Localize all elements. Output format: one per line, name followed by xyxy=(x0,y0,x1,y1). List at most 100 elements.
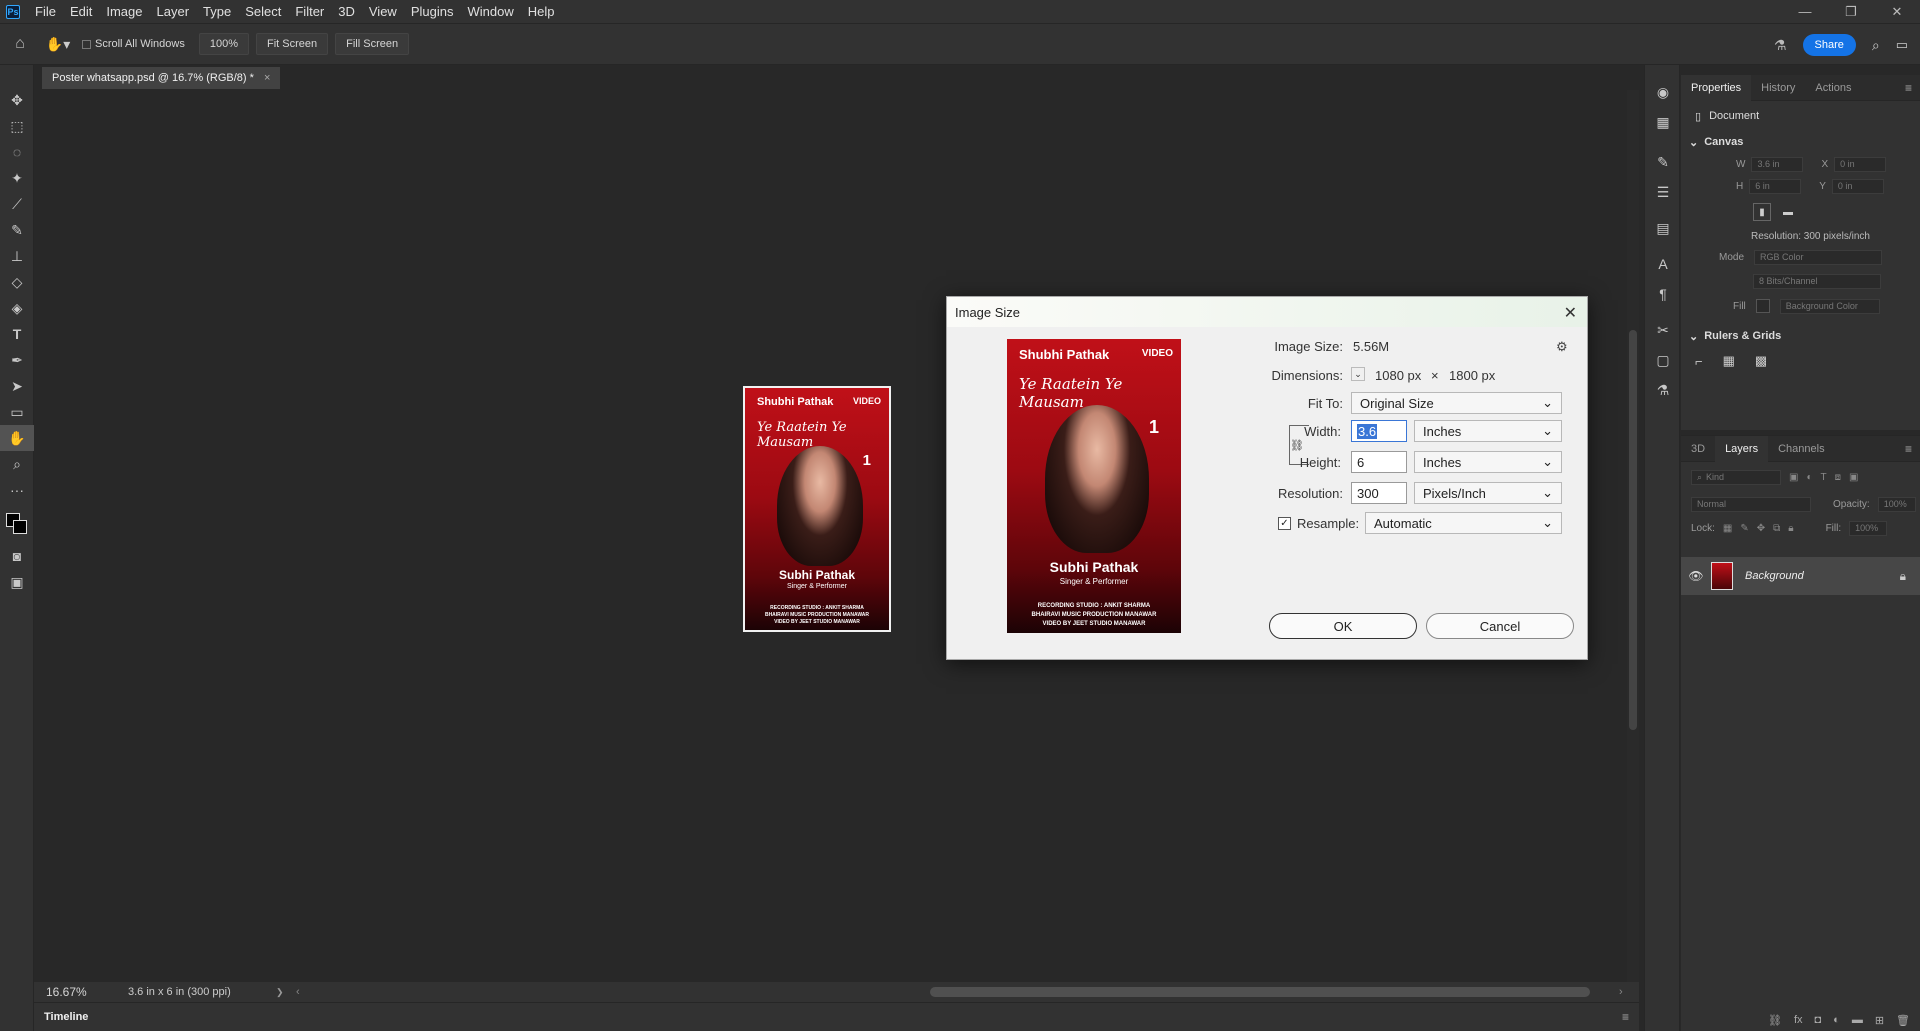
visibility-eye-icon[interactable]: 👁︎ xyxy=(1681,569,1711,583)
color-panel-icon[interactable]: ◉ xyxy=(1645,77,1681,107)
cancel-button[interactable]: Cancel xyxy=(1426,613,1574,639)
eyedropper-icon[interactable]: ⟋ xyxy=(0,191,34,217)
workspace-icon[interactable]: ▭ xyxy=(1896,37,1908,53)
layer-name[interactable]: Background xyxy=(1745,570,1804,582)
fill-screen-button[interactable]: Fill Screen xyxy=(335,33,410,55)
height-input[interactable]: 6 xyxy=(1351,451,1407,473)
close-tab-icon[interactable]: × xyxy=(264,72,270,84)
mode-select[interactable]: RGB Color xyxy=(1754,249,1883,265)
path-select-icon[interactable]: ➤ xyxy=(0,373,34,399)
paint-bucket-icon[interactable]: ◈ xyxy=(0,295,34,321)
grid-icon[interactable]: ▦ xyxy=(1723,353,1735,369)
hand-tool-preset-icon[interactable]: ✋▾ xyxy=(40,36,76,53)
portrait-orientation-icon[interactable]: ▮ xyxy=(1753,203,1771,221)
search-icon[interactable]: ⌕ xyxy=(1872,37,1880,54)
marquee-tool-icon[interactable]: ⬚ xyxy=(0,113,34,139)
screen-mode-icon[interactable]: ▣ xyxy=(0,569,34,595)
type-tool-icon[interactable]: T xyxy=(0,321,34,347)
tab-layers[interactable]: Layers xyxy=(1715,435,1769,462)
move-tool-icon[interactable]: ✥ xyxy=(0,87,34,113)
maximize-button[interactable]: ❐ xyxy=(1828,0,1874,23)
fill-select[interactable]: Background Color xyxy=(1779,298,1880,314)
vertical-scrollbar[interactable] xyxy=(1627,90,1639,982)
background-color-swatch[interactable] xyxy=(13,520,27,534)
add-mask-icon[interactable]: ◘ xyxy=(1815,1014,1822,1026)
fit-to-select[interactable]: Original Size ⌄ xyxy=(1351,392,1562,414)
layer-filter-kind[interactable]: ⌕ Kind xyxy=(1691,469,1781,485)
rulers-icon[interactable]: ⌐ xyxy=(1695,354,1703,369)
panel-menu-icon[interactable]: ≡ xyxy=(1905,442,1912,456)
layer-row-background[interactable]: 👁︎ Background 🔒︎ xyxy=(1681,557,1920,595)
zoom-100-button[interactable]: 100% xyxy=(198,33,249,55)
brush-panel-icon[interactable]: ✎ xyxy=(1645,147,1681,177)
width-unit-select[interactable]: Inches ⌄ xyxy=(1414,420,1562,442)
lock-icons[interactable]: ▦✎✥⧉🔒︎ xyxy=(1723,523,1802,534)
more-tools-icon[interactable]: ··· xyxy=(0,477,34,503)
magic-wand-icon[interactable]: ✦ xyxy=(0,165,34,191)
opacity-field[interactable]: 100% xyxy=(1877,496,1916,512)
horizontal-scroll-thumb[interactable] xyxy=(930,987,1590,997)
settings-gear-icon[interactable]: ⚙ xyxy=(1556,339,1568,355)
ok-button[interactable]: OK xyxy=(1269,613,1417,639)
canvas-y-field[interactable]: 0 in xyxy=(1831,178,1884,194)
menu-image[interactable]: Image xyxy=(99,0,149,23)
lasso-tool-icon[interactable]: ◌ xyxy=(0,139,34,165)
resolution-input[interactable]: 300 xyxy=(1351,482,1407,504)
width-input[interactable]: 3.6 xyxy=(1351,420,1407,442)
menu-layer[interactable]: Layer xyxy=(150,0,197,23)
scroll-all-checkbox[interactable]: Scroll All Windows xyxy=(82,38,185,50)
new-layer-icon[interactable]: ⊞ xyxy=(1875,1014,1884,1027)
brush-tool-icon[interactable]: ✎ xyxy=(0,217,34,243)
scroll-right-arrow[interactable]: › xyxy=(1619,986,1639,998)
new-group-icon[interactable]: ▬ xyxy=(1852,1014,1863,1026)
canvas-height-field[interactable]: 6 in xyxy=(1749,178,1802,194)
swatches-panel-icon[interactable]: ▦ xyxy=(1645,107,1681,137)
share-button[interactable]: Share xyxy=(1802,34,1856,56)
resolution-unit-select[interactable]: Pixels/Inch ⌄ xyxy=(1414,482,1562,504)
blend-mode-select[interactable]: Normal xyxy=(1691,496,1811,512)
close-window-button[interactable]: ✕ xyxy=(1874,0,1920,23)
height-unit-select[interactable]: Inches ⌄ xyxy=(1414,451,1562,473)
filter-icons[interactable]: ▣◐T⧈▣ xyxy=(1789,472,1866,483)
chevron-down-icon[interactable]: ⌄ xyxy=(1689,136,1698,149)
dimensions-unit-chevron[interactable]: ⌄ xyxy=(1351,367,1365,381)
zoom-level[interactable]: 16.67% xyxy=(34,985,104,999)
adjustment-layer-icon[interactable]: ◐ xyxy=(1833,1014,1840,1026)
delete-layer-icon[interactable]: 🗑︎ xyxy=(1896,1014,1910,1027)
menu-edit[interactable]: Edit xyxy=(63,0,99,23)
timeline-menu-icon[interactable]: ≡ xyxy=(1622,1010,1629,1024)
menu-filter[interactable]: Filter xyxy=(288,0,331,23)
status-menu-arrow[interactable]: ❯ xyxy=(276,987,296,998)
zoom-tool-icon[interactable]: ⌕ xyxy=(0,451,34,477)
hand-tool-icon[interactable]: ✋ xyxy=(0,425,34,451)
tool-presets-icon[interactable]: ✂ xyxy=(1645,315,1681,345)
resample-select[interactable]: Automatic ⌄ xyxy=(1365,512,1562,534)
adjustments-panel-icon[interactable]: ☰ xyxy=(1645,177,1681,207)
dialog-close-icon[interactable]: ✕ xyxy=(1564,303,1577,323)
pen-tool-icon[interactable]: ✒ xyxy=(0,347,34,373)
link-layers-icon[interactable]: ⛓︎ xyxy=(1768,1014,1782,1027)
dialog-title-bar[interactable]: Image Size ✕ xyxy=(947,297,1587,327)
tab-actions[interactable]: Actions xyxy=(1805,75,1861,101)
menu-select[interactable]: Select xyxy=(238,0,288,23)
tab-history[interactable]: History xyxy=(1751,75,1805,101)
fit-screen-button[interactable]: Fit Screen xyxy=(256,33,329,55)
home-icon[interactable]: ⌂ xyxy=(0,35,40,53)
chevron-down-icon[interactable]: ⌄ xyxy=(1689,330,1698,343)
rectangle-tool-icon[interactable]: ▭ xyxy=(0,399,34,425)
learn-panel-icon[interactable]: ⚗ xyxy=(1645,375,1681,405)
notes-panel-icon[interactable]: ▢ xyxy=(1645,345,1681,375)
tab-properties[interactable]: Properties xyxy=(1681,74,1752,101)
libraries-panel-icon[interactable]: ▤ xyxy=(1645,213,1681,243)
fx-icon[interactable]: fx xyxy=(1794,1014,1803,1026)
resample-checkbox[interactable]: ✓ xyxy=(1278,517,1291,530)
flask-icon[interactable]: ⚗ xyxy=(1774,37,1787,54)
menu-view[interactable]: View xyxy=(362,0,404,23)
menu-type[interactable]: Type xyxy=(196,0,238,23)
document-tab[interactable]: Poster whatsapp.psd @ 16.7% (RGB/8) * × xyxy=(42,67,281,89)
minimize-button[interactable]: — xyxy=(1782,0,1828,23)
guides-icon[interactable]: ▩ xyxy=(1755,353,1767,369)
character-panel-icon[interactable]: A xyxy=(1645,249,1681,279)
vertical-scroll-thumb[interactable] xyxy=(1629,330,1637,730)
menu-help[interactable]: Help xyxy=(521,0,562,23)
